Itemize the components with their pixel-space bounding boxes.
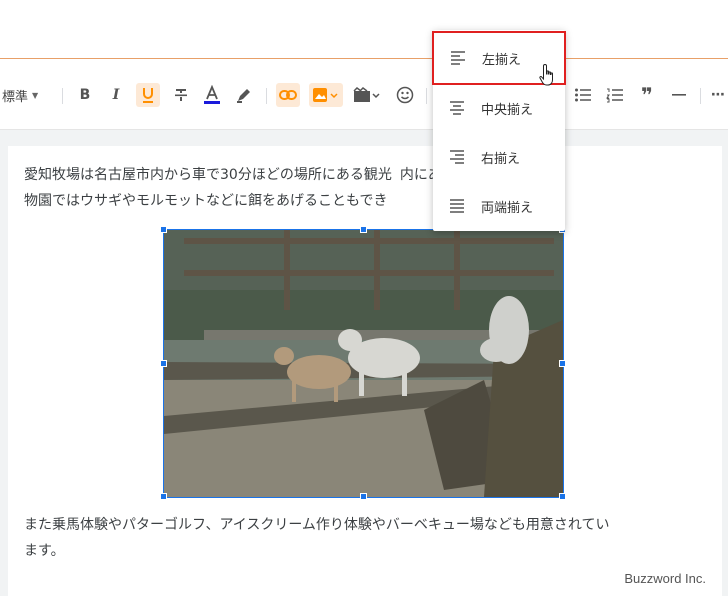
goats-photo[interactable] [160,226,566,500]
paragraph-1-line-1: 愛知牧場は名古屋市内から車で30分ほどの場所にある観光 [24,167,392,183]
align-right-icon [433,150,481,164]
resize-handle[interactable] [559,493,566,500]
formatting-toolbar: 標準 ▼ B I ❞ ⋯ [0,59,728,130]
menu-item-align-center[interactable]: 中央揃え [433,84,565,132]
emoji-icon[interactable] [394,83,416,107]
paragraph-2-line-1: また乗馬体験やパターゴルフ、アイスクリーム作り体験やバーベキュー場なども用意され… [24,517,610,533]
font-style-select[interactable]: 標準 ▼ [2,83,48,107]
link-icon[interactable] [276,83,300,107]
horizontal-rule-icon[interactable] [668,83,690,107]
paragraph-2-line-2: ます。 [24,543,65,559]
paragraph-2: また乗馬体験やパターゴルフ、アイスクリーム作り体験やバーベキュー場なども用意され… [24,512,714,564]
numbered-list-icon[interactable] [604,83,626,107]
align-justify-icon [433,199,481,213]
menu-item-label: 左揃え [482,52,522,68]
bulleted-list-icon[interactable] [572,83,594,107]
strikethrough-icon[interactable] [170,83,192,107]
paragraph-1-line-2: 物園ではウサギやモルモットなどに餌をあげることもでき [24,193,388,209]
resize-handle[interactable] [360,493,367,500]
editor-content[interactable]: 愛知牧場は名古屋市内から車で30分ほどの場所にある観光内にあるふれあい動 物園で… [8,146,722,596]
underline-icon[interactable] [136,83,160,107]
resize-handle[interactable] [360,226,367,233]
toolbar-divider [266,88,267,104]
editor-header [0,0,728,59]
video-icon[interactable] [352,83,382,107]
hand-cursor-icon [539,63,557,91]
text-color-icon[interactable] [201,83,223,107]
resize-handle[interactable] [160,493,167,500]
watermark: Buzzword Inc. [624,571,706,586]
toolbar-divider [62,88,63,104]
quote-icon[interactable]: ❞ [636,83,658,107]
chevron-down-icon: ▼ [32,90,39,100]
align-dropdown-menu: 左揃え 中央揃え 右揃え 両端揃え [432,30,566,231]
italic-icon[interactable]: I [106,83,126,107]
paragraph-1: 愛知牧場は名古屋市内から車で30分ほどの場所にある観光内にあるふれあい動 物園で… [24,162,714,214]
menu-item-label: 右揃え [481,151,521,167]
resize-handle[interactable] [559,360,566,367]
align-center-icon [433,101,481,115]
menu-item-label: 両端揃え [481,200,534,216]
resize-handle[interactable] [160,226,167,233]
bold-icon[interactable]: B [75,83,95,107]
toolbar-divider [700,88,701,104]
menu-item-label: 中央揃え [481,102,534,118]
align-left-icon [434,51,482,65]
resize-handle[interactable] [160,360,167,367]
image-icon[interactable] [309,83,343,107]
more-icon[interactable]: ⋯ [708,83,728,107]
menu-item-align-right[interactable]: 右揃え [433,133,565,181]
menu-item-align-justify[interactable]: 両端揃え [433,182,565,230]
font-style-label: 標準 [2,89,29,105]
highlight-icon[interactable] [233,83,255,107]
toolbar-divider [426,88,427,104]
